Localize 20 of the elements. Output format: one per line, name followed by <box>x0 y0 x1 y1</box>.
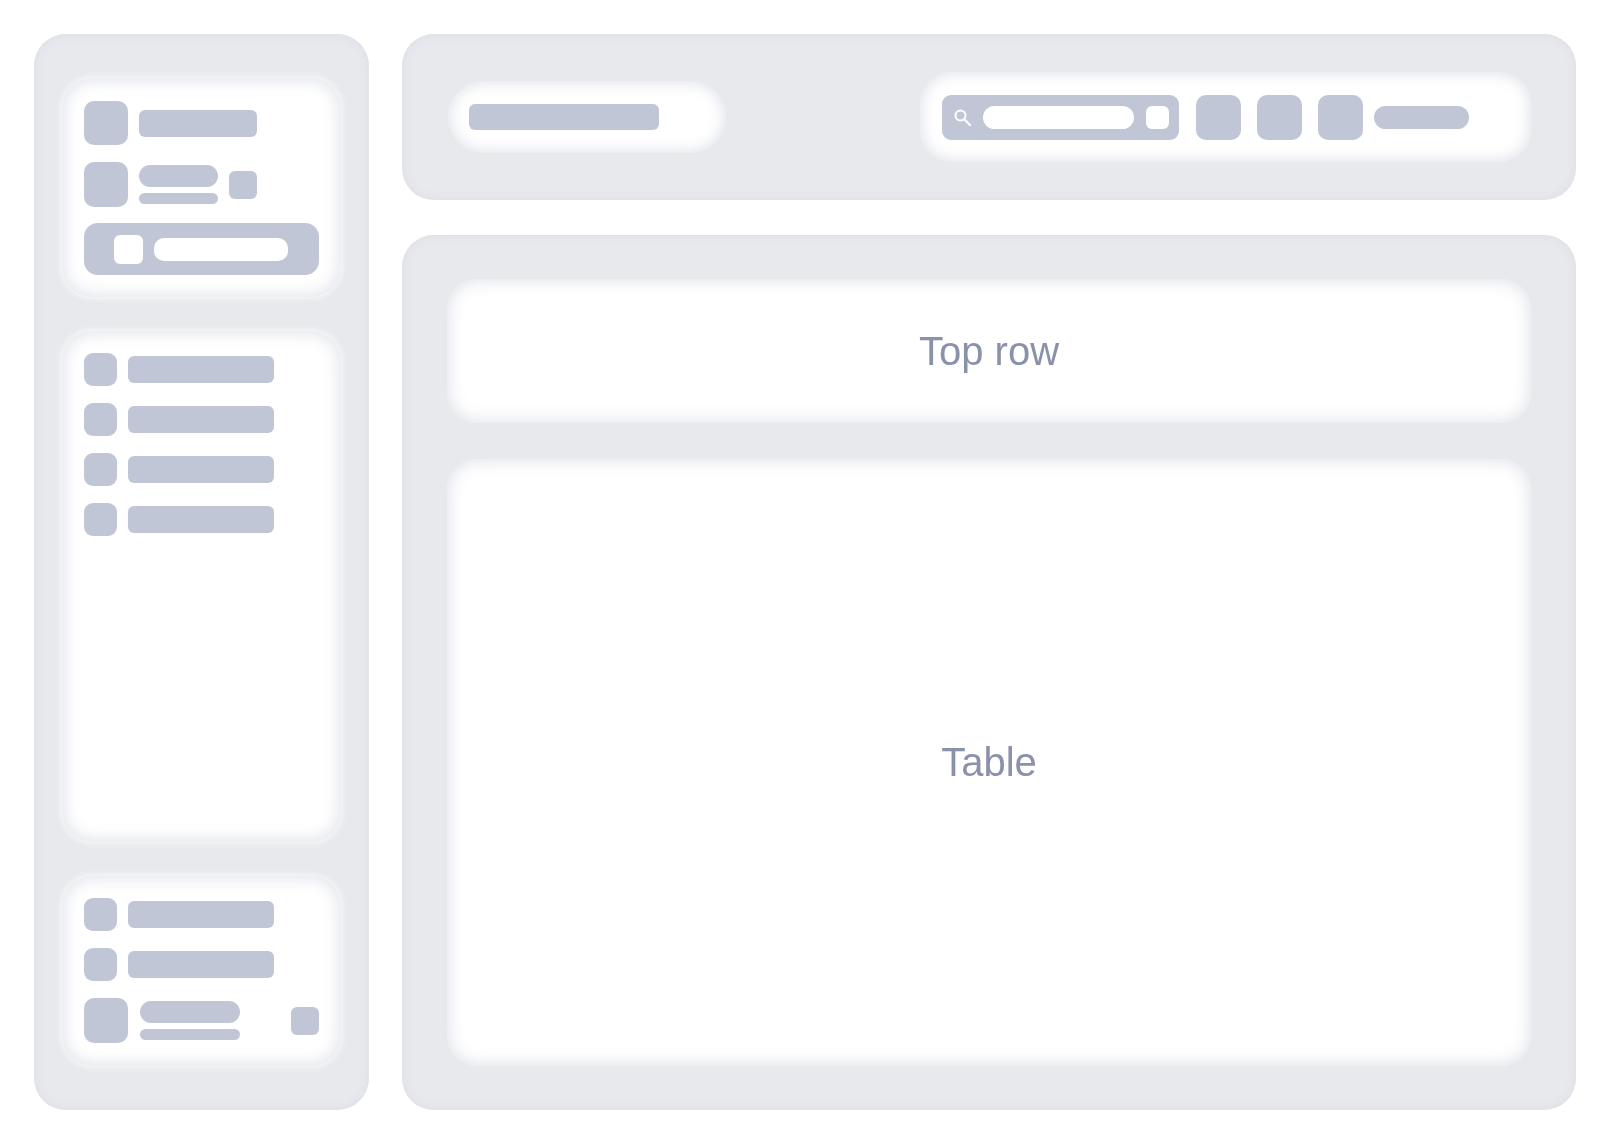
button-placeholder <box>1196 94 1241 140</box>
top-row-label: Top row <box>918 328 1060 374</box>
icon-placeholder <box>291 1006 319 1035</box>
avatar-placeholder <box>84 998 128 1043</box>
icon-placeholder <box>84 503 117 536</box>
avatar-placeholder <box>84 162 128 207</box>
avatar-placeholder <box>84 101 128 145</box>
icon-placeholder <box>1146 105 1169 129</box>
button-placeholder <box>1318 94 1363 140</box>
icon-placeholder <box>84 403 117 436</box>
table-label: Table <box>941 740 1037 785</box>
icon-placeholder <box>114 234 143 264</box>
icon-placeholder <box>84 948 117 981</box>
icon-placeholder <box>84 898 117 931</box>
icon-placeholder <box>84 453 117 486</box>
search-icon <box>954 108 971 126</box>
icon-placeholder <box>229 170 257 199</box>
search-field[interactable] <box>942 94 1179 140</box>
button-placeholder <box>1257 94 1302 140</box>
icon-placeholder <box>84 353 117 386</box>
